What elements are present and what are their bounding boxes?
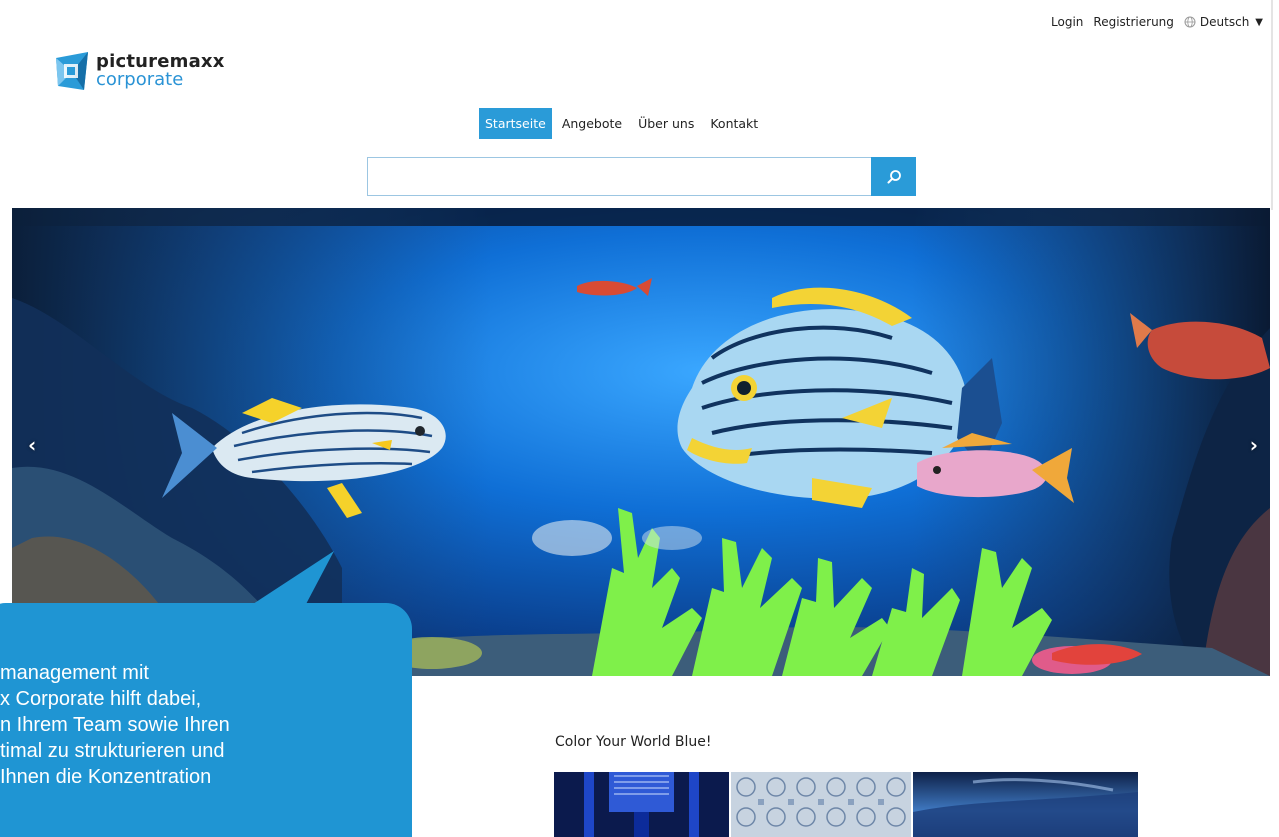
gallery-thumbnails <box>554 772 1138 837</box>
globe-icon <box>1184 16 1196 28</box>
language-label: Deutsch <box>1199 15 1250 29</box>
nav-item-angebote[interactable]: Angebote <box>556 108 628 139</box>
bubble-line: n Ihrem Team sowie Ihren <box>0 714 230 736</box>
main-nav: Startseite Angebote Über uns Kontakt <box>479 108 764 139</box>
nav-item-ueber-uns[interactable]: Über uns <box>632 108 700 139</box>
logo-mark-icon <box>56 52 88 90</box>
login-link[interactable]: Login <box>1051 15 1083 29</box>
bubble-line: management mit <box>0 662 149 684</box>
caret-down-icon: ▼ <box>1255 16 1263 28</box>
gallery-thumbnail[interactable] <box>731 772 911 837</box>
logo-brand-sub: corporate <box>96 69 184 90</box>
gallery-thumbnail[interactable] <box>554 772 729 837</box>
section-title: Color Your World Blue! <box>555 734 712 750</box>
bubble-line: x Corporate hilft dabei, <box>0 688 202 710</box>
carousel-prev-button[interactable]: ‹ <box>28 433 36 457</box>
bubble-line: timal zu strukturieren und <box>0 740 225 762</box>
top-utility-bar: Login Registrierung Deutsch ▼ <box>1051 15 1263 29</box>
bubble-line: Ihnen die Konzentration <box>0 766 212 788</box>
chevron-right-icon: › <box>1249 433 1258 457</box>
search-button[interactable] <box>871 157 916 196</box>
search-bar <box>367 157 916 196</box>
scrollbar-track[interactable] <box>1271 0 1273 210</box>
nav-item-startseite[interactable]: Startseite <box>479 108 552 139</box>
search-input[interactable] <box>367 157 871 196</box>
info-speech-bubble: management mit x Corporate hilft dabei, … <box>0 603 412 837</box>
nav-item-kontakt[interactable]: Kontakt <box>704 108 764 139</box>
page: Login Registrierung Deutsch ▼ picturemax… <box>0 0 1279 837</box>
register-link[interactable]: Registrierung <box>1093 15 1174 29</box>
chevron-left-icon: ‹ <box>28 433 37 457</box>
search-icon <box>887 169 901 183</box>
carousel-next-button[interactable]: › <box>1250 433 1258 457</box>
language-selector[interactable]: Deutsch ▼ <box>1184 15 1263 29</box>
gallery-thumbnail[interactable] <box>913 772 1138 837</box>
bubble-text: management mit x Corporate hilft dabei, … <box>0 660 420 790</box>
logo-text: picturemaxx corporate <box>96 53 225 89</box>
logo[interactable]: picturemaxx corporate <box>54 50 225 92</box>
